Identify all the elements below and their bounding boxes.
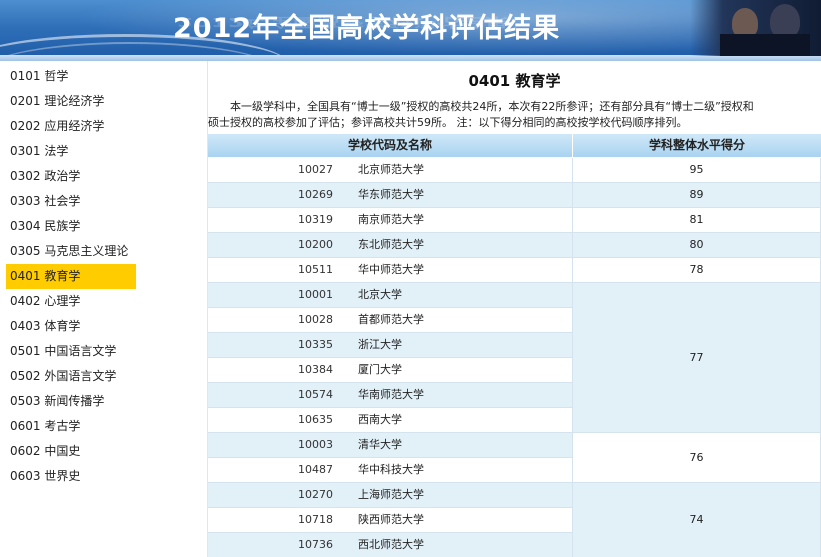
main-content: 0401 教育学 本一级学科中，全国具有“博士一级”授权的高校共24所，本次有2… [208,61,821,557]
school-name: 北京师范大学 [358,163,424,176]
sidebar-item[interactable]: 0301 法学 [6,139,136,164]
table-row: 10635 西南大学 [208,408,572,433]
school-code: 10001 [298,288,333,301]
photo-figure [720,34,810,56]
banner: 2012年全国高校学科评估结果 2012年全国高校学科评估结果 [0,0,821,61]
school-code: 10028 [298,313,333,326]
table-row: 10384 厦门大学 [208,358,572,383]
table-row: 10487 华中科技大学 [208,458,572,483]
school-code: 10635 [298,413,333,426]
sidebar-item[interactable]: 0502 外国语言文学 [6,364,136,389]
sidebar: 0101 哲学 0201 理论经济学 0202 应用经济学 0301 法学 0302 政… [0,61,207,557]
sidebar-item[interactable]: 0305 马克思主义理论 [6,239,136,264]
table-row: 10718 陕西师范大学 [208,508,572,533]
sidebar-item[interactable]: 0401 教育学 [6,264,136,289]
photo-figure [770,4,800,38]
school-name: 东北师范大学 [358,238,424,251]
score-cell: 78 [573,258,821,283]
table-row: 10001 北京大学 [208,283,572,308]
sidebar-item[interactable]: 0602 中国史 [6,439,136,464]
school-code: 10270 [298,488,333,501]
score-cell: 95 [573,158,821,183]
table-row: 10319 南京师范大学 [208,208,572,233]
school-name: 华中师范大学 [358,263,424,276]
table-row: 10335 浙江大学 [208,333,572,358]
intro-text: 硕士授权的高校参加了评估；参评高校共计59所。 注：以下得分相同的高校按学校代码… [208,116,688,129]
table-row: 10269 华东师范大学 [208,183,572,208]
sidebar-item[interactable]: 0501 中国语言文学 [6,339,136,364]
banner-title-reflection: 2012年全国高校学科评估结果 [177,14,510,30]
school-name: 华中科技大学 [358,463,424,476]
intro-text: 本一级学科中，全国具有“博士一级”授权的高校共24所，本次有22所参评；还有部分… [230,100,754,113]
banner-photo [690,0,821,56]
score-cell: 80 [573,233,821,258]
school-code: 10027 [298,163,333,176]
school-code: 10384 [298,363,333,376]
sidebar-item[interactable]: 0601 考古学 [6,414,136,439]
table-row: 10027 北京师范大学 [208,158,572,183]
school-name: 南京师范大学 [358,213,424,226]
school-code: 10003 [298,438,333,451]
sidebar-item[interactable]: 0304 民族学 [6,214,136,239]
sidebar-item[interactable]: 0402 心理学 [6,289,136,314]
table-row: 10511 华中师范大学 [208,258,572,283]
table-header: 学校代码及名称 学科整体水平得分 [208,134,821,157]
school-code: 10574 [298,388,333,401]
school-code: 10736 [298,538,333,551]
school-name: 北京大学 [358,288,402,301]
school-code: 10487 [298,463,333,476]
school-name: 陕西师范大学 [358,513,424,526]
sidebar-item[interactable]: 0403 体育学 [6,314,136,339]
school-name: 华东师范大学 [358,188,424,201]
sidebar-item[interactable]: 0603 世界史 [6,464,136,489]
sidebar-item[interactable]: 0302 政治学 [6,164,136,189]
table-row: 10574 华南师范大学 [208,383,572,408]
school-code: 10269 [298,188,333,201]
school-code: 10319 [298,213,333,226]
school-name: 上海师范大学 [358,488,424,501]
school-code: 10511 [298,263,333,276]
page-title: 0401 教育学 [468,72,561,90]
school-code: 10335 [298,338,333,351]
score-cell: 74 [573,483,821,557]
school-name: 厦门大学 [358,363,402,376]
score-cell: 76 [573,433,821,483]
sidebar-item[interactable]: 0503 新闻传播学 [6,389,136,414]
sidebar-item[interactable]: 0201 理论经济学 [6,89,136,114]
school-code: 10200 [298,238,333,251]
school-code: 10718 [298,513,333,526]
sidebar-item[interactable]: 0202 应用经济学 [6,114,136,139]
table-row: 10270 上海师范大学 [208,483,572,508]
score-cell: 77 [573,283,821,433]
table-row: 10028 首都师范大学 [208,308,572,333]
table-row: 10736 西北师范大学 [208,533,572,557]
school-name: 清华大学 [358,438,402,451]
school-name: 西南大学 [358,413,402,426]
column-header-score: 学科整体水平得分 [648,138,745,152]
sidebar-item[interactable]: 0101 哲学 [6,64,136,89]
school-name: 西北师范大学 [358,538,424,551]
school-name: 华南师范大学 [358,388,424,401]
sidebar-item[interactable]: 0303 社会学 [6,189,136,214]
score-cell: 89 [573,183,821,208]
score-cell: 81 [573,208,821,233]
school-name: 浙江大学 [358,338,402,351]
table-row: 10200 东北师范大学 [208,233,572,258]
table-row: 10003 清华大学 [208,433,572,458]
school-name: 首都师范大学 [358,313,424,326]
column-header-school: 学校代码及名称 [347,138,432,152]
